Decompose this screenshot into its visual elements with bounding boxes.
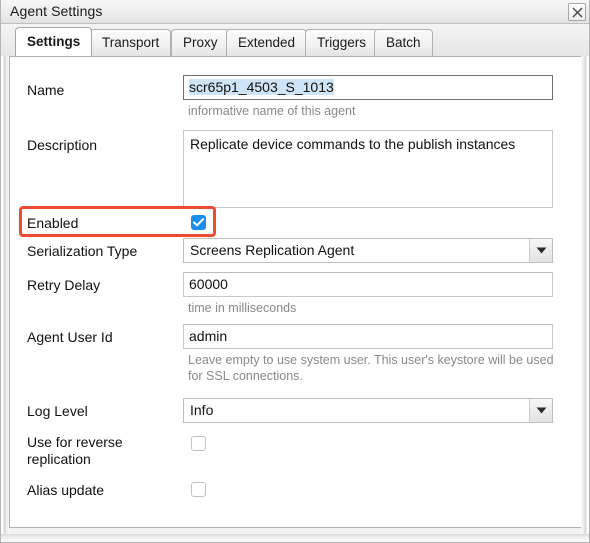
dialog-frame-bottom (1, 534, 589, 542)
tab-triggers[interactable]: Triggers (305, 29, 379, 56)
description-label: Description (27, 137, 98, 153)
window-title-bar: Agent Settings (1, 0, 589, 24)
page-title: Agent Settings (10, 3, 103, 19)
retry-delay-label: Retry Delay (27, 277, 101, 293)
serialization-type-value: Screens Replication Agent (190, 242, 355, 258)
serialization-type-label: Serialization Type (27, 243, 138, 259)
tab-bar: Settings Transport Proxy Extended Trigge… (1, 24, 589, 56)
name-helper-text: informative name of this agent (188, 104, 356, 118)
enabled-checkbox[interactable] (191, 215, 206, 230)
chevron-down-icon[interactable] (529, 239, 552, 262)
name-input-value: scr65p1_4503_S_1013 (189, 79, 334, 95)
dialog-frame-right (581, 56, 589, 536)
retry-delay-helper-text: time in milliseconds (188, 301, 297, 315)
use-for-reverse-replication-label: Use for reverse replication (27, 434, 123, 467)
use-for-reverse-replication-checkbox[interactable] (191, 436, 206, 451)
close-icon[interactable] (568, 3, 586, 21)
agent-user-id-input[interactable]: admin (183, 324, 553, 349)
retry-delay-input[interactable]: 60000 (183, 272, 553, 297)
tab-transport[interactable]: Transport (90, 29, 172, 56)
settings-form-panel: Name scr65p1_4503_S_1013 informative nam… (9, 56, 583, 528)
serialization-type-select[interactable]: Screens Replication Agent (183, 238, 553, 263)
agent-user-id-helper-text: Leave empty to use system user. This use… (188, 353, 554, 383)
log-level-label: Log Level (27, 403, 88, 419)
name-input[interactable]: scr65p1_4503_S_1013 (183, 75, 553, 100)
log-level-select[interactable]: Info (183, 398, 553, 423)
enabled-label: Enabled (27, 215, 79, 231)
tab-proxy[interactable]: Proxy (171, 29, 230, 56)
chevron-down-icon[interactable] (529, 399, 552, 422)
name-label: Name (27, 82, 65, 98)
agent-user-id-label: Agent User Id (27, 329, 113, 345)
description-textarea[interactable]: Replicate device commands to the publish… (183, 130, 553, 208)
alias-update-checkbox[interactable] (191, 482, 206, 497)
dialog-frame-left (1, 56, 9, 536)
agent-settings-dialog: Agent Settings Settings Transport Proxy … (0, 0, 590, 543)
log-level-value: Info (190, 402, 214, 418)
tab-extended[interactable]: Extended (226, 29, 308, 56)
alias-update-label: Alias update (27, 482, 105, 498)
tab-batch[interactable]: Batch (374, 29, 433, 56)
tab-settings[interactable]: Settings (15, 27, 93, 56)
